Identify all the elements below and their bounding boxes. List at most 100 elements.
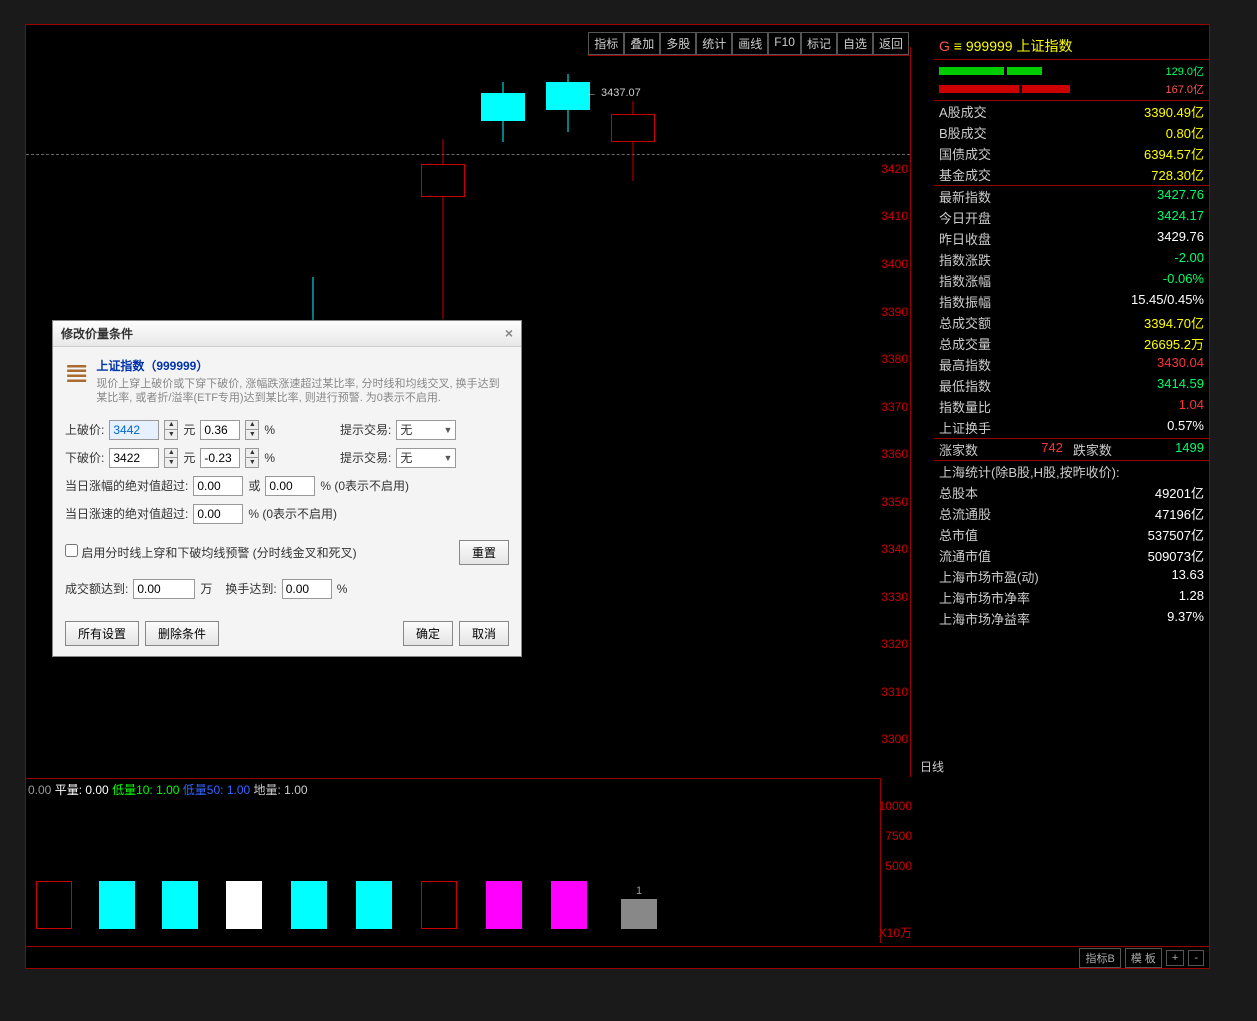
vol-bar bbox=[99, 881, 135, 929]
amplitude-label: 当日涨幅的绝对值超过: bbox=[65, 477, 188, 494]
vol-bar bbox=[486, 881, 522, 929]
zoom-in-button[interactable]: + bbox=[1166, 950, 1184, 966]
vol-tick: 5000 bbox=[885, 859, 912, 873]
quote-row: 总股本49201亿 bbox=[934, 482, 1209, 503]
all-settings-button[interactable]: 所有设置 bbox=[65, 621, 139, 646]
pct-label: % bbox=[264, 451, 275, 465]
quote-row: 国债成交6394.57亿 bbox=[934, 143, 1209, 164]
upper-break-pct-input[interactable] bbox=[200, 420, 240, 440]
quote-row: A股成交3390.49亿 bbox=[934, 101, 1209, 122]
unit-label: 万 bbox=[200, 580, 212, 597]
quote-row: 最高指数3430.04 bbox=[934, 354, 1209, 375]
lower-break-label: 下破价: bbox=[65, 449, 104, 466]
upper-break-price-input[interactable] bbox=[109, 420, 159, 440]
buy-sell-bars: 129.0亿 167.0亿 bbox=[934, 60, 1209, 101]
close-icon[interactable]: × bbox=[505, 325, 513, 342]
vol-bar bbox=[291, 881, 327, 929]
spinner[interactable]: ▲▼ bbox=[164, 448, 178, 468]
y-tick: 3370 bbox=[881, 400, 908, 414]
status-bar: 指标B 模 板 + - bbox=[26, 946, 1209, 968]
quote-row: 总流通股47196亿 bbox=[934, 503, 1209, 524]
quote-row: 流通市值509073亿 bbox=[934, 545, 1209, 566]
ma-cross-label: 启用分时线上穿和下破均线预警 (分时线金叉和死叉) bbox=[81, 546, 356, 560]
arrow-left-icon: ← bbox=[586, 87, 597, 99]
adv-decl-row: 涨家数 742 跌家数 1499 bbox=[934, 438, 1209, 461]
quote-row: 上海市场市盈(动)13.63 bbox=[934, 566, 1209, 587]
quote-row: 最新指数3427.76 bbox=[934, 186, 1209, 207]
vol-tick: 7500 bbox=[885, 829, 912, 843]
vol-bar bbox=[421, 881, 457, 929]
quote-row: 总成交额3394.70亿 bbox=[934, 312, 1209, 333]
dialog-titlebar[interactable]: 修改价量条件 × bbox=[53, 321, 521, 347]
spinner[interactable]: ▲▼ bbox=[245, 420, 259, 440]
y-tick: 3390 bbox=[881, 305, 908, 319]
hint-trade-select[interactable]: 无▼ bbox=[396, 420, 456, 440]
upper-break-label: 上破价: bbox=[65, 421, 104, 438]
status-btn[interactable]: 指标B bbox=[1079, 948, 1120, 968]
cancel-button[interactable]: 取消 bbox=[459, 621, 509, 646]
fence-icon: 𝌆 bbox=[65, 357, 88, 389]
velocity-input[interactable] bbox=[193, 504, 243, 524]
vol-bar bbox=[356, 881, 392, 929]
vol-bar bbox=[551, 881, 587, 929]
turnover-label: 换手达到: bbox=[225, 580, 276, 597]
quote-row: 上证换手0.57% bbox=[934, 417, 1209, 438]
volume-chart[interactable]: 0.00 平量: 0.00 低量10: 1.00 低量50: 1.00 地量: … bbox=[26, 778, 881, 943]
y-tick: 3410 bbox=[881, 209, 908, 223]
hint-trade-label: 提示交易: bbox=[340, 421, 391, 438]
quote-title: G ≡ 999999 上证指数 bbox=[934, 33, 1209, 60]
dialog-subject: 上证指数（999999） bbox=[96, 357, 509, 374]
vol-bar bbox=[162, 881, 198, 929]
volamt-input[interactable] bbox=[133, 579, 195, 599]
volamt-label: 成交额达到: bbox=[65, 580, 128, 597]
quote-row: 最低指数3414.59 bbox=[934, 375, 1209, 396]
volume-legend: 0.00 平量: 0.00 低量10: 1.00 低量50: 1.00 地量: … bbox=[28, 781, 308, 798]
turnover-input[interactable] bbox=[282, 579, 332, 599]
spinner[interactable]: ▲▼ bbox=[245, 448, 259, 468]
unit-label: 元 bbox=[183, 421, 195, 438]
lower-break-price-input[interactable] bbox=[109, 448, 159, 468]
note-label: % (0表示不启用) bbox=[248, 505, 337, 522]
quote-row: 指数涨跌-2.00 bbox=[934, 249, 1209, 270]
delete-condition-button[interactable]: 删除条件 bbox=[145, 621, 219, 646]
velocity-label: 当日涨速的绝对值超过: bbox=[65, 505, 188, 522]
vol-bar bbox=[36, 881, 72, 929]
ma-cross-checkbox[interactable] bbox=[65, 544, 78, 557]
modify-condition-dialog: 修改价量条件 × 𝌆 上证指数（999999） 现价上穿上破价或下穿下破价, 涨… bbox=[52, 320, 522, 657]
hint-trade-select[interactable]: 无▼ bbox=[396, 448, 456, 468]
reset-button[interactable]: 重置 bbox=[459, 540, 509, 565]
y-tick: 3380 bbox=[881, 352, 908, 366]
status-btn[interactable]: 模 板 bbox=[1125, 948, 1162, 968]
y-tick: 3300 bbox=[881, 732, 908, 746]
vol-unit: X10万 bbox=[879, 924, 912, 941]
dialog-title: 修改价量条件 bbox=[61, 325, 133, 342]
ok-button[interactable]: 确定 bbox=[403, 621, 453, 646]
y-tick: 3330 bbox=[881, 590, 908, 604]
candle-4 bbox=[546, 74, 590, 132]
quote-row: 指数振幅15.45/0.45% bbox=[934, 291, 1209, 312]
vol-tick: 10000 bbox=[879, 799, 912, 813]
note-label: % (0表示不启用) bbox=[320, 477, 409, 494]
zoom-out-button[interactable]: - bbox=[1188, 950, 1204, 966]
or-label: 或 bbox=[248, 477, 260, 494]
quote-row: 上海市场市净率1.28 bbox=[934, 587, 1209, 608]
quote-row: 指数量比1.04 bbox=[934, 396, 1209, 417]
y-tick: 3400 bbox=[881, 257, 908, 271]
y-tick: 3320 bbox=[881, 637, 908, 651]
amplitude1-input[interactable] bbox=[193, 476, 243, 496]
candle-3 bbox=[481, 85, 525, 145]
unit-label: 元 bbox=[183, 449, 195, 466]
vol-bar bbox=[226, 881, 262, 929]
quote-row: 今日开盘3424.17 bbox=[934, 207, 1209, 228]
lower-break-pct-input[interactable] bbox=[200, 448, 240, 468]
stats-header: 上海统计(除B股,H股,按昨收价): bbox=[934, 461, 1209, 482]
y-tick: 3340 bbox=[881, 542, 908, 556]
quote-panel: G ≡ 999999 上证指数 129.0亿 167.0亿 A股成交3390.4… bbox=[934, 33, 1209, 938]
price-guideline bbox=[26, 154, 910, 155]
amplitude2-input[interactable] bbox=[265, 476, 315, 496]
quote-row: B股成交0.80亿 bbox=[934, 122, 1209, 143]
dialog-desc: 现价上穿上破价或下穿下破价, 涨幅跌涨速超过某比率, 分时线和均线交叉, 换手达… bbox=[96, 377, 509, 406]
candle-5 bbox=[611, 111, 655, 181]
spinner[interactable]: ▲▼ bbox=[164, 420, 178, 440]
y-tick: 3360 bbox=[881, 447, 908, 461]
